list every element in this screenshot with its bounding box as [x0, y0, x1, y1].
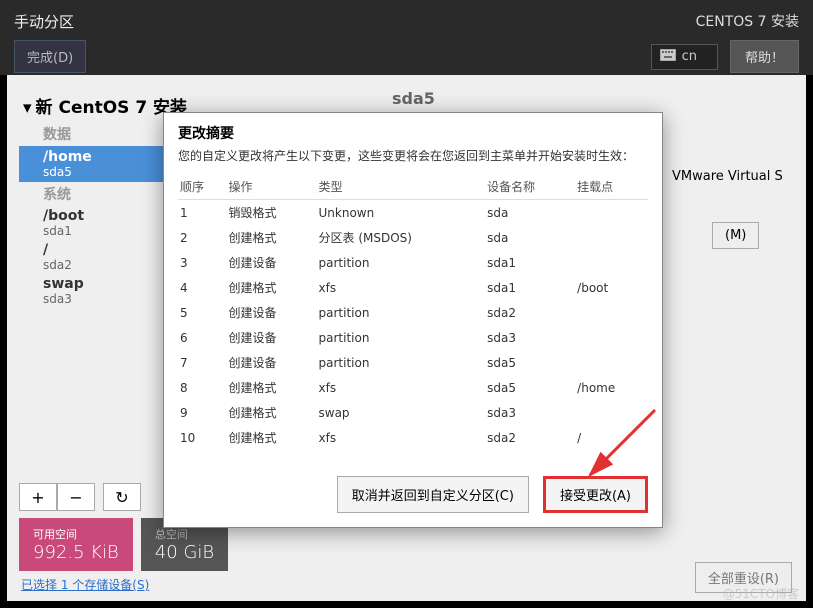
- help-button[interactable]: 帮助！: [730, 40, 799, 73]
- cell-order: 4: [178, 275, 226, 300]
- available-space-card: 可用空间 992.5 KiB: [19, 518, 133, 571]
- cell-dev: sda5: [485, 375, 575, 400]
- cell-dev: sda2: [485, 300, 575, 325]
- cell-type: partition: [317, 350, 486, 375]
- summary-dialog: 更改摘要 您的自定义更改将产生以下变更，这些变更将会在您返回到主菜单并开始安装时…: [163, 112, 663, 528]
- cell-order: 10: [178, 425, 226, 450]
- cancel-button[interactable]: 取消并返回到自定义分区(C): [337, 476, 529, 513]
- cell-mount: [575, 325, 648, 350]
- done-button[interactable]: 完成(D): [14, 40, 86, 73]
- cell-order: 3: [178, 250, 226, 275]
- table-row[interactable]: 4创建格式xfssda1/boot: [178, 275, 648, 300]
- cell-mount: [575, 400, 648, 425]
- total-value: 40 GiB: [155, 542, 214, 563]
- installer-name: CENTOS 7 安装: [696, 11, 799, 31]
- page-title: 手动分区: [14, 11, 74, 32]
- col-devname[interactable]: 设备名称: [485, 174, 575, 200]
- cell-op: 创建设备: [226, 250, 316, 275]
- dialog-desc: 您的自定义更改将产生以下变更，这些变更将会在您返回到主菜单并开始安装时生效：: [164, 147, 662, 174]
- cell-type: Unknown: [317, 200, 486, 226]
- table-row[interactable]: 2创建格式分区表 (MSDOS)sda: [178, 225, 648, 250]
- cell-op: 创建格式: [226, 375, 316, 400]
- cell-type: xfs: [317, 375, 486, 400]
- partition-detail: sda5 VMware Virtual S (M): [392, 89, 794, 108]
- cell-dev: sda2: [485, 425, 575, 450]
- table-row[interactable]: 8创建格式xfssda5/home: [178, 375, 648, 400]
- available-value: 992.5 KiB: [33, 542, 119, 563]
- keyboard-layout-label: cn: [682, 49, 697, 64]
- cell-type: partition: [317, 325, 486, 350]
- table-row[interactable]: 7创建设备partitionsda5: [178, 350, 648, 375]
- cell-dev: sda1: [485, 275, 575, 300]
- cell-order: 7: [178, 350, 226, 375]
- cell-mount: [575, 250, 648, 275]
- cell-mount: /boot: [575, 275, 648, 300]
- table-row[interactable]: 10创建格式xfssda2/: [178, 425, 648, 450]
- col-type[interactable]: 类型: [317, 174, 486, 200]
- table-row[interactable]: 1销毁格式Unknownsda: [178, 200, 648, 226]
- col-mount[interactable]: 挂载点: [575, 174, 648, 200]
- cell-op: 创建设备: [226, 325, 316, 350]
- cell-dev: sda5: [485, 350, 575, 375]
- cell-op: 创建设备: [226, 300, 316, 325]
- cell-op: 销毁格式: [226, 200, 316, 226]
- cell-dev: sda: [485, 225, 575, 250]
- cell-mount: [575, 200, 648, 226]
- cell-dev: sda3: [485, 325, 575, 350]
- cell-type: xfs: [317, 425, 486, 450]
- cell-op: 创建设备: [226, 350, 316, 375]
- cell-order: 9: [178, 400, 226, 425]
- storage-devices-link[interactable]: 已选择 1 个存储设备(S): [21, 576, 149, 593]
- cell-type: 分区表 (MSDOS): [317, 225, 486, 250]
- cell-op: 创建格式: [226, 400, 316, 425]
- device-desc: VMware Virtual S: [672, 169, 783, 184]
- table-row[interactable]: 9创建格式swapsda3: [178, 400, 648, 425]
- add-button[interactable]: +: [19, 483, 57, 511]
- cell-mount: [575, 350, 648, 375]
- cell-order: 6: [178, 325, 226, 350]
- modify-button[interactable]: (M): [712, 222, 759, 249]
- reload-button[interactable]: ↻: [103, 483, 141, 511]
- cell-type: swap: [317, 400, 486, 425]
- header-bar: 手动分区 CENTOS 7 安装 完成(D) cn 帮助！: [0, 0, 813, 75]
- cell-mount: /: [575, 425, 648, 450]
- col-op[interactable]: 操作: [226, 174, 316, 200]
- cell-mount: [575, 300, 648, 325]
- cell-mount: /home: [575, 375, 648, 400]
- cell-dev: sda3: [485, 400, 575, 425]
- total-label: 总空间: [155, 526, 214, 542]
- keyboard-layout-selector[interactable]: cn: [651, 44, 718, 70]
- cell-type: partition: [317, 250, 486, 275]
- cell-order: 2: [178, 225, 226, 250]
- cell-order: 1: [178, 200, 226, 226]
- cell-dev: sda: [485, 200, 575, 226]
- available-label: 可用空间: [33, 526, 119, 542]
- detail-title: sda5: [392, 89, 794, 108]
- cell-order: 8: [178, 375, 226, 400]
- expand-icon[interactable]: ▾: [23, 98, 32, 118]
- table-row[interactable]: 6创建设备partitionsda3: [178, 325, 648, 350]
- cell-type: partition: [317, 300, 486, 325]
- accept-button[interactable]: 接受更改(A): [543, 476, 648, 513]
- cell-dev: sda1: [485, 250, 575, 275]
- cell-op: 创建格式: [226, 275, 316, 300]
- table-row[interactable]: 3创建设备partitionsda1: [178, 250, 648, 275]
- remove-button[interactable]: −: [57, 483, 95, 511]
- cell-op: 创建格式: [226, 425, 316, 450]
- table-row[interactable]: 5创建设备partitionsda2: [178, 300, 648, 325]
- dialog-title: 更改摘要: [164, 113, 662, 147]
- keyboard-icon: [660, 49, 676, 65]
- col-order[interactable]: 顺序: [178, 174, 226, 200]
- cell-order: 5: [178, 300, 226, 325]
- cell-type: xfs: [317, 275, 486, 300]
- cell-op: 创建格式: [226, 225, 316, 250]
- watermark: @51CTO博客: [723, 585, 799, 602]
- partition-toolbar: + − ↻: [19, 483, 141, 511]
- changes-table: 顺序 操作 类型 设备名称 挂载点 1销毁格式Unknownsda2创建格式分区…: [178, 174, 648, 450]
- cell-mount: [575, 225, 648, 250]
